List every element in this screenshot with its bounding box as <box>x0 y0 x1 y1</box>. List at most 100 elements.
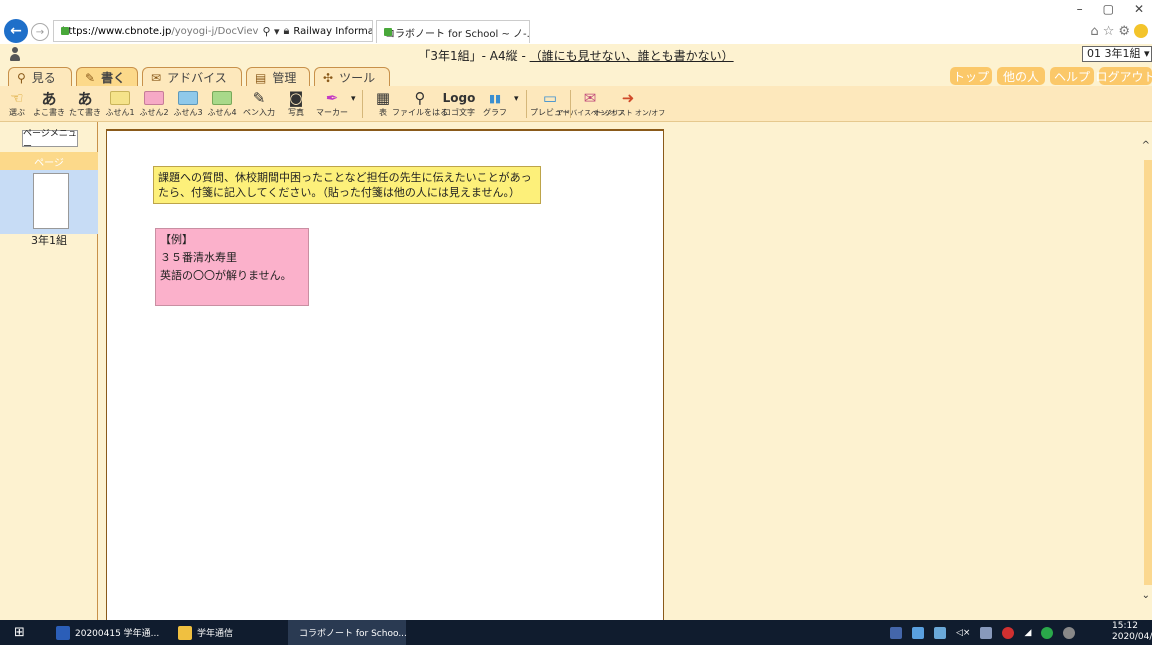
tab-title: コラボノート for School ~ ノ-... <box>385 28 530 40</box>
select-tool-button[interactable]: ☜ 選ぶ <box>4 88 30 120</box>
back-button[interactable]: ← <box>4 19 28 43</box>
horizontal-text-button[interactable]: あよこ書き <box>32 88 66 120</box>
lock-icon[interactable]: 🔒︎ <box>284 24 290 38</box>
visibility-link[interactable]: （誰にも見せない、誰とも書かない） <box>530 49 734 63</box>
taskbar-item-browser[interactable]: コラボノート for Schoo... <box>288 620 407 645</box>
vertical-text-label: たて書き <box>69 108 101 117</box>
page-list-toggle-icon: ➜ <box>621 89 635 107</box>
sticky-green-icon <box>212 91 232 105</box>
clock-time: 15:12 <box>1112 621 1138 631</box>
photo-button[interactable]: ◙ 写真 <box>280 88 312 120</box>
taskbar-item-label: 学年通信 <box>197 629 234 639</box>
page-list-toggle-button[interactable]: ➜ ページリスト オン/オフ <box>591 88 665 120</box>
pointer-icon: ☜ <box>10 89 24 107</box>
tab-advice-label: アドバイス <box>167 71 227 85</box>
taskbar-item-label: コラボノート for Schoo... <box>299 629 407 639</box>
help-button[interactable]: ヘルプ <box>1050 67 1094 85</box>
sticky4-label: ふせん4 <box>207 108 237 117</box>
close-icon[interactable]: ✕ <box>1134 2 1144 16</box>
home-icon[interactable]: ⌂ <box>1090 24 1098 39</box>
tab-tools-label: ツール <box>339 71 376 85</box>
app-title-bar: 「3年1組」- A4縦 - （誰にも見せない、誰とも書かない） 01 3年1組 … <box>0 44 1152 64</box>
pen-input-button[interactable]: ✎ ペン入力 <box>240 88 278 120</box>
class-selector-value: 01 3年1組 <box>1087 47 1141 60</box>
favorites-icon[interactable]: ☆ <box>1103 24 1115 39</box>
tray-app-icon[interactable] <box>980 626 993 639</box>
sticky4-button[interactable]: ふせん4 <box>206 88 238 120</box>
tools-icon: ✣ <box>323 70 334 85</box>
photo-label: 写真 <box>288 108 304 117</box>
maximize-icon[interactable]: ▢ <box>1103 2 1114 16</box>
toolbar-divider <box>526 90 527 118</box>
attach-file-button[interactable]: ⚲ ファイルをはる <box>392 88 448 120</box>
tray-app-icon[interactable] <box>934 626 946 639</box>
instruction-sticky-note[interactable]: 課題への質問、休校期間中困ったことなど担任の先生に伝えたいことがあったら、付箋に… <box>153 166 541 204</box>
document-title: 「3年1組」- A4縦 - （誰にも見せない、誰とも書かない） <box>0 47 1152 64</box>
graph-dropdown-icon[interactable]: ▾ <box>514 94 519 104</box>
tray-app-icon[interactable] <box>1063 626 1076 639</box>
os-taskbar: ⊞ 20200415 学年通... 学年通信 コラボノート for Schoo.… <box>0 620 1152 645</box>
class-selector[interactable]: 01 3年1組 ▾ <box>1082 46 1152 62</box>
search-icon[interactable]: ⚲ ▾ <box>262 25 279 38</box>
arrow-right-icon: → <box>35 26 45 38</box>
pen-input-icon: ✎ <box>252 89 266 107</box>
tab-write[interactable]: ✎ 書く <box>76 67 138 87</box>
note-canvas[interactable]: 課題への質問、休校期間中困ったことなど担任の先生に伝えたいことがあったら、付箋に… <box>106 129 664 620</box>
marker-button[interactable]: ✒ マーカー <box>314 88 350 120</box>
others-button[interactable]: 他の人 <box>997 67 1045 85</box>
url-host: https://www.cbnote.jp <box>62 25 172 37</box>
vertical-text-button[interactable]: あたて書き <box>68 88 102 120</box>
doc-title-text: 「3年1組」- A4縦 - <box>418 49 530 63</box>
feedback-smiley-icon[interactable] <box>1134 24 1148 38</box>
example-note-line: ３５番清水寿里 <box>160 251 237 264</box>
site-identity[interactable]: Railway Informa... <box>293 26 372 37</box>
windows-start-icon[interactable]: ⊞ <box>14 620 25 645</box>
volume-icon[interactable]: ◁× <box>956 628 970 638</box>
forward-button[interactable]: → <box>31 23 49 41</box>
logo-text-button[interactable]: Logo ロゴ文字 <box>442 88 476 120</box>
toolbar-divider <box>362 90 363 118</box>
tray-app-icon[interactable] <box>890 626 902 639</box>
search-icon: ⚲ <box>17 70 26 85</box>
example-sticky-note[interactable]: 【例】 ３５番清水寿里 英語の〇〇が解りません。 <box>155 228 309 306</box>
sticky-pink-icon <box>144 91 164 105</box>
marker-dropdown-icon[interactable]: ▾ <box>351 94 356 104</box>
page-sidebar: ページメニュー ページ 3年1組 <box>0 122 98 620</box>
page-menu-button[interactable]: ページメニュー <box>22 129 78 152</box>
network-icon[interactable]: ◢ <box>1024 628 1031 638</box>
menu-bar: ⚲ 見る ✎ 書く ✉ アドバイス ▤ 管理 ✣ ツール トップ 他の人 ヘルプ ログアウ… <box>0 64 1152 87</box>
taskbar-item-word[interactable]: 20200415 学年通... <box>56 620 166 645</box>
horizontal-text-label: よこ書き <box>33 108 65 117</box>
scroll-up-icon[interactable]: ^ <box>1142 140 1150 151</box>
sticky2-button[interactable]: ふせん2 <box>138 88 170 120</box>
graph-button[interactable]: ▮▮ グラフ <box>478 88 512 120</box>
window-controls: – ▢ ✕ <box>1077 2 1144 16</box>
sticky3-button[interactable]: ふせん3 <box>172 88 204 120</box>
address-bar[interactable]: https://www.cbnote.jp/yoyogi-j/DocViev ⚲… <box>53 20 373 42</box>
tab-view[interactable]: ⚲ 見る <box>8 67 72 87</box>
tab-advice[interactable]: ✉ アドバイス <box>142 67 242 87</box>
page-thumbnail-item[interactable] <box>0 170 98 234</box>
sticky1-button[interactable]: ふせん1 <box>104 88 136 120</box>
page-thumbnail[interactable] <box>33 173 69 229</box>
sticky-blue-icon <box>178 91 198 105</box>
tab-view-label: 見る <box>31 71 56 85</box>
tray-app-icon[interactable] <box>912 626 924 639</box>
minimize-icon[interactable]: – <box>1077 2 1083 16</box>
tray-app-icon[interactable] <box>1002 626 1015 639</box>
tab-tools[interactable]: ✣ ツール <box>314 67 390 87</box>
browser-tab[interactable]: コラボノート for School ~ ノ-... × <box>376 20 530 43</box>
pen-input-label: ペン入力 <box>243 108 275 117</box>
table-icon: ▦ <box>375 89 391 107</box>
logout-button[interactable]: ログアウト <box>1096 67 1152 85</box>
tab-manage[interactable]: ▤ 管理 <box>246 67 310 87</box>
taskbar-item-folder[interactable]: 学年通信 <box>178 620 278 645</box>
system-clock[interactable]: 15:12 2020/04/1 <box>1112 621 1152 643</box>
scroll-down-icon[interactable]: ⌄ <box>1142 590 1150 601</box>
settings-icon[interactable]: ⚙ <box>1118 24 1130 39</box>
logo-text-icon: Logo <box>442 91 476 105</box>
tray-app-icon[interactable] <box>1041 626 1054 639</box>
sticky-yellow-icon <box>110 91 130 105</box>
top-button[interactable]: トップ <box>950 67 992 85</box>
vertical-scrollbar[interactable] <box>1144 160 1152 585</box>
